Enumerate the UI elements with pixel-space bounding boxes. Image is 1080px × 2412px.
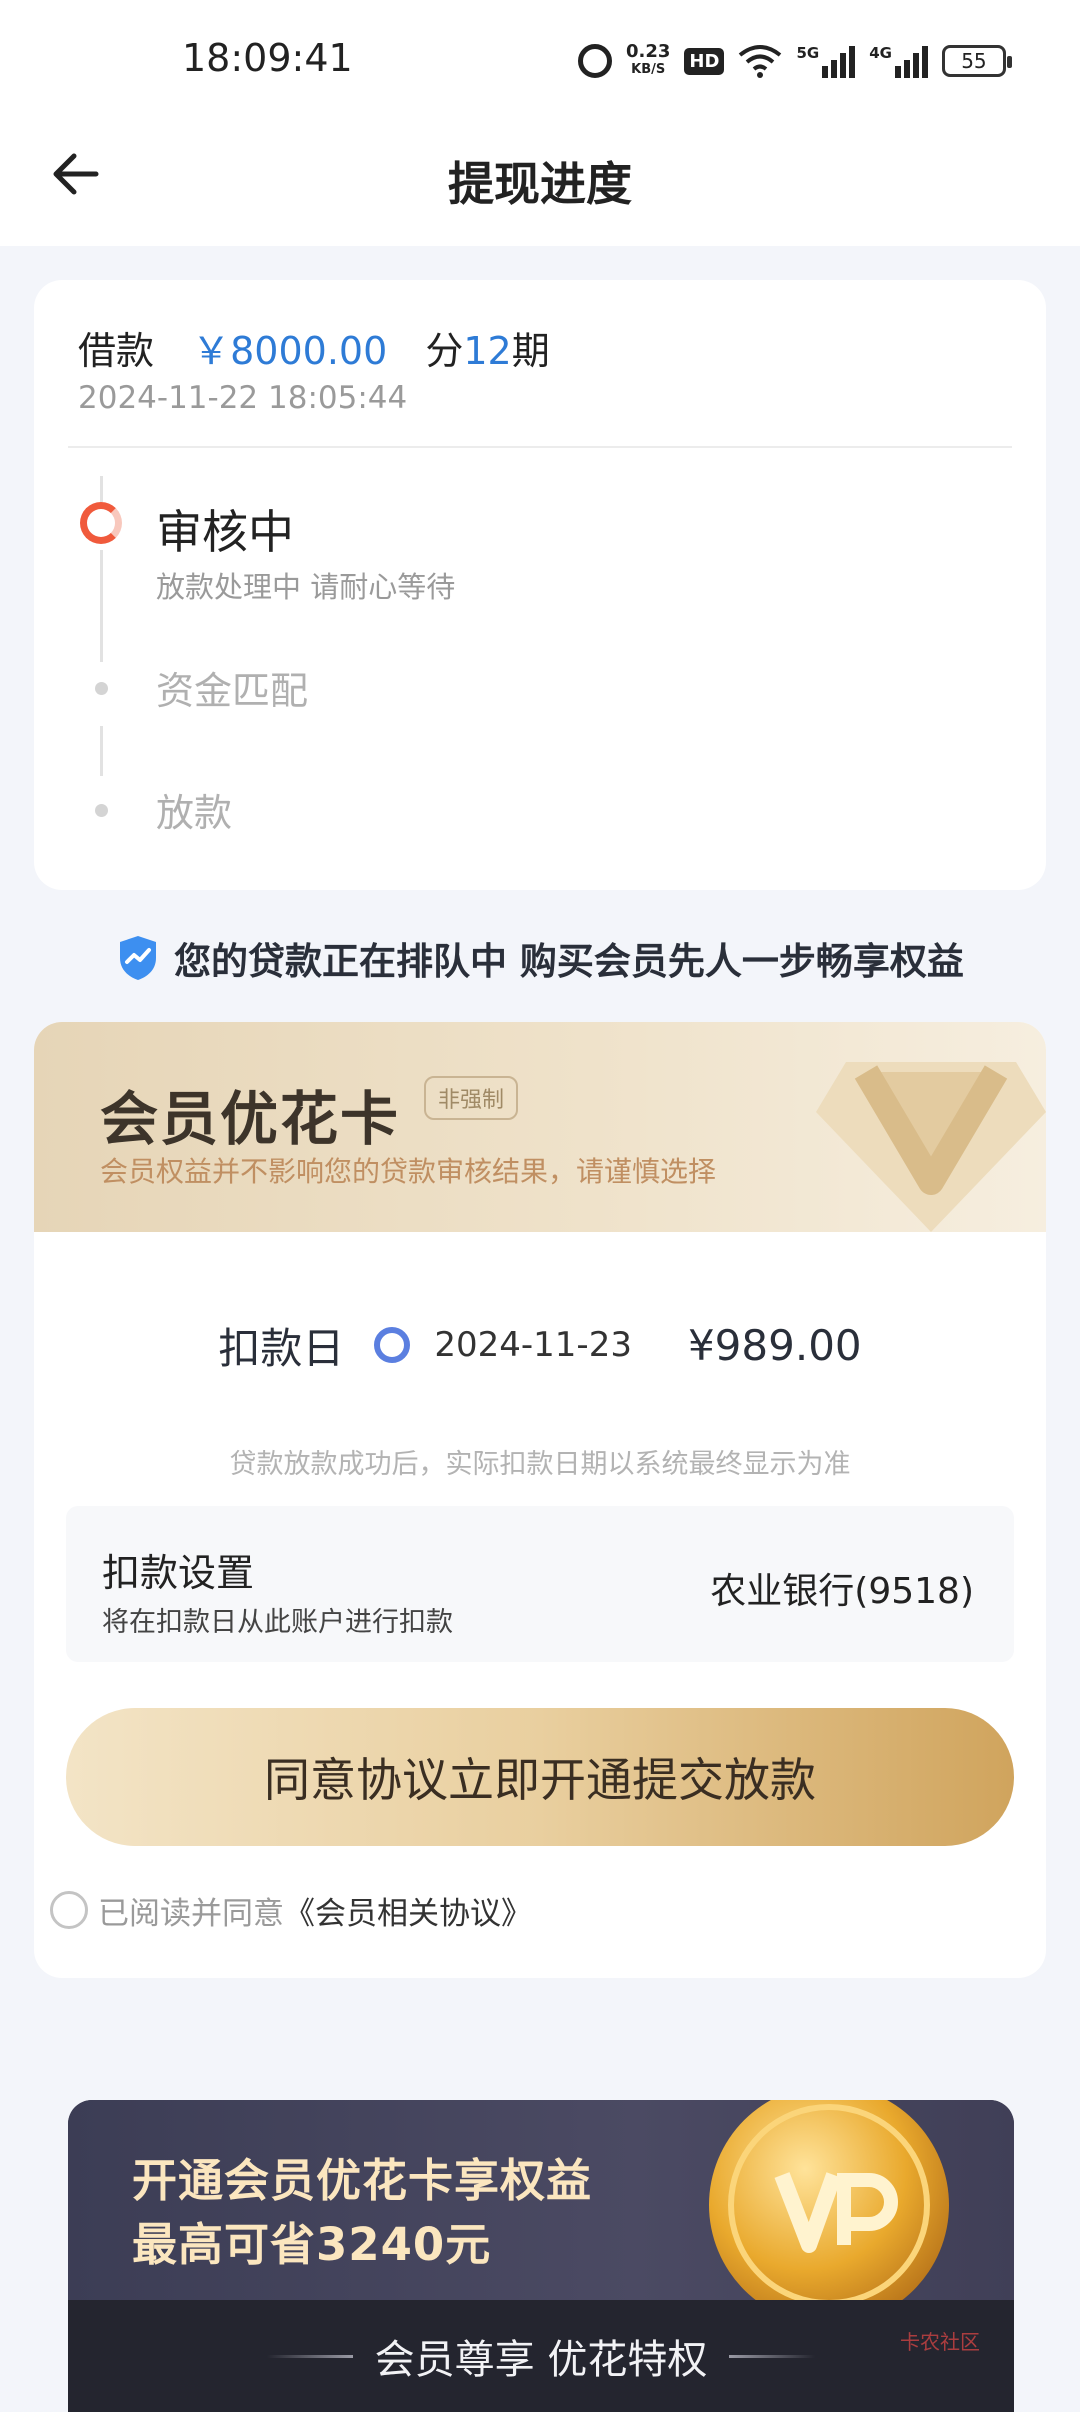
page-title: 提现进度 <box>448 157 632 211</box>
step-current-subtitle: 放款处理中 请耐心等待 <box>156 570 456 604</box>
promo-line-2: 最高可省3240元 <box>132 2218 492 2271</box>
step-fund-matching: 资金匹配 <box>156 669 309 713</box>
loan-summary: 借款 ￥8000.00 分12期 <box>78 320 550 375</box>
hd-icon: HD <box>684 47 725 75</box>
loan-term-prefix: 分 <box>425 329 464 373</box>
shield-icon <box>120 936 157 980</box>
submit-button[interactable]: 同意协议立即开通提交放款 <box>66 1708 1014 1846</box>
deduct-date: 2024-11-23 <box>434 1325 632 1365</box>
timeline-dot <box>95 804 108 817</box>
setting-title: 扣款设置 <box>102 1551 255 1595</box>
timeline-dot <box>95 682 108 695</box>
deduct-setting[interactable]: 扣款设置 将在扣款日从此账户进行扣款 农业银行(9518) <box>66 1506 1014 1662</box>
agreement-link[interactable]: 《会员相关协议》 <box>284 1888 532 1933</box>
timeline-line <box>100 726 103 776</box>
speed-unit: KB/S <box>631 62 666 77</box>
setting-subtitle: 将在扣款日从此账户进行扣款 <box>102 1607 453 1638</box>
wifi-icon <box>739 45 782 78</box>
ring-icon <box>374 1327 411 1363</box>
agree-text: 已阅读并同意 <box>98 1895 284 1932</box>
agreement-row: 已阅读并同意 《会员相关协议》 <box>50 1888 532 1932</box>
progress-card: 借款 ￥8000.00 分12期 2024-11-22 18:05:44 审核中… <box>34 280 1046 890</box>
promo-top: 开通会员优花卡享权益 最高可省3240元 <box>68 2100 1014 2325</box>
queue-notice: 您的贷款正在排队中 购买会员先人一步畅享权益 <box>0 928 1080 988</box>
status-time: 18:09:41 <box>182 36 353 80</box>
status-bar: 18:09:41 0.23 KB/S HD 5G 4G 55 <box>0 0 1080 120</box>
signal-4g-icon: 4G <box>869 44 928 78</box>
promo-line-1: 开通会员优花卡享权益 <box>132 2154 593 2207</box>
promo-footer-text: 会员尊享 优花特权 <box>374 2337 708 2383</box>
step-disbursement: 放款 <box>156 791 233 835</box>
loan-time: 2024-11-22 18:05:44 <box>78 380 408 416</box>
divider <box>729 2354 816 2358</box>
signal-5g-label: 5G <box>796 44 820 62</box>
loading-icon <box>80 502 122 544</box>
deduct-note: 贷款放款成功后，实际扣款日期以系统最终显示为准 <box>229 1449 851 1480</box>
deduct-amount: ¥989.00 <box>687 1320 862 1370</box>
network-speed: 0.23 KB/S <box>626 43 670 79</box>
membership-title: 会员优花卡 <box>100 1085 401 1153</box>
diamond-v-icon <box>816 1062 1046 1232</box>
divider <box>68 446 1012 448</box>
loan-label: 借款 <box>78 329 155 373</box>
agree-checkbox[interactable] <box>50 1891 88 1929</box>
membership-banner: 会员优花卡 非强制 会员权益并不影响您的贷款审核结果，请谨慎选择 <box>34 1022 1046 1232</box>
bank-account: 农业银行(9518) <box>710 1571 974 1612</box>
alarm-icon <box>578 44 612 78</box>
vip-coin-icon <box>709 2100 949 2325</box>
promo-banner[interactable]: 开通会员优花卡享权益 最高可省3240元 会员尊享 优花特权 <box>68 2100 1014 2412</box>
deduct-row: 扣款日 2024-11-23 ¥989.00 <box>34 1310 1046 1380</box>
loan-term-suffix: 期 <box>511 329 550 373</box>
step-current-title: 审核中 <box>156 505 294 559</box>
timeline-line <box>100 476 103 502</box>
watermark: 卡农社区 <box>900 2330 980 2354</box>
loan-amount: ￥8000.00 <box>192 329 388 373</box>
signal-5g-icon: 5G <box>796 44 856 78</box>
submit-label: 同意协议立即开通提交放款 <box>264 1754 816 1806</box>
timeline-line <box>100 550 103 662</box>
speed-value: 0.23 <box>626 41 671 62</box>
optional-tag: 非强制 <box>424 1076 519 1120</box>
battery-icon: 55 <box>941 45 1012 77</box>
deduct-label: 扣款日 <box>218 1323 345 1373</box>
status-icons: 0.23 KB/S HD 5G 4G 55 <box>578 38 1012 84</box>
signal-4g-label: 4G <box>869 44 892 62</box>
membership-subtitle: 会员权益并不影响您的贷款审核结果，请谨慎选择 <box>100 1155 717 1188</box>
promo-footer: 会员尊享 优花特权 <box>68 2300 1014 2412</box>
membership-card: 会员优花卡 非强制 会员权益并不影响您的贷款审核结果，请谨慎选择 扣款日 202… <box>34 1022 1046 1978</box>
header: 提现进度 <box>0 120 1080 246</box>
notice-text: 您的贷款正在排队中 购买会员先人一步畅享权益 <box>174 940 964 983</box>
loan-term-count: 12 <box>463 329 512 373</box>
divider <box>266 2354 353 2358</box>
